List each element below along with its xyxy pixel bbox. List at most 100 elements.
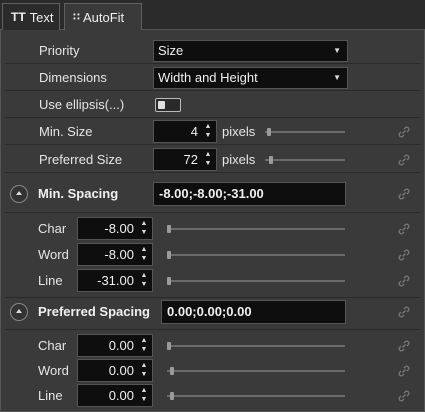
- preferred-spacing-word-row: Word 0.00 ▲ ▼: [5, 358, 420, 384]
- min-spacing-group: Char -8.00 ▲ ▼ Word -8.00 ▲ ▼ Line -31.0…: [5, 212, 420, 296]
- link-icon[interactable]: [397, 153, 411, 167]
- spin-down-icon[interactable]: ▼: [139, 346, 149, 354]
- dimensions-label: Dimensions: [39, 70, 107, 85]
- text-type-icon: TT: [11, 10, 26, 24]
- link-icon[interactable]: [397, 222, 411, 236]
- min-size-slider[interactable]: [265, 128, 345, 136]
- spin-up-icon[interactable]: ▲: [139, 362, 149, 370]
- char-label: Char: [38, 338, 67, 353]
- min-size-spinner[interactable]: ▲ ▼: [203, 123, 213, 140]
- preferred-spacing-line-slider[interactable]: [167, 392, 345, 400]
- min-size-row: Min. Size 4 ▲ ▼ pixels: [5, 119, 420, 145]
- preferred-spacing-line-value: 0.00: [108, 388, 134, 403]
- ellipsis-toggle[interactable]: [155, 98, 181, 112]
- slider-thumb[interactable]: [167, 225, 171, 233]
- slider-thumb[interactable]: [266, 128, 271, 136]
- preferred-size-unit: pixels: [222, 152, 256, 167]
- collapse-toggle-icon[interactable]: [10, 303, 28, 321]
- tab-text[interactable]: TT Text: [2, 3, 60, 30]
- slider-thumb[interactable]: [268, 156, 273, 164]
- preferred-spacing-word-slider[interactable]: [167, 367, 345, 375]
- tab-bar: TT Text ∷ AutoFit: [0, 0, 425, 31]
- min-spacing-word-input[interactable]: -8.00 ▲ ▼: [77, 243, 153, 266]
- line-label: Line: [38, 273, 63, 288]
- link-icon[interactable]: [397, 339, 411, 353]
- char-spinner[interactable]: ▲ ▼: [139, 337, 149, 354]
- preferred-size-value: 72: [183, 152, 198, 167]
- char-spinner[interactable]: ▲ ▼: [139, 220, 149, 237]
- min-spacing-line-value: -31.00: [97, 273, 134, 288]
- priority-dropdown[interactable]: Size ▼: [153, 40, 348, 62]
- preferred-spacing-line-input[interactable]: 0.00 ▲ ▼: [77, 384, 153, 407]
- slider-thumb[interactable]: [167, 251, 171, 259]
- preferred-spacing-value: 0.00;0.00;0.00: [167, 304, 252, 319]
- preferred-spacing-line-row: Line 0.00 ▲ ▼: [5, 383, 420, 409]
- slider-thumb[interactable]: [167, 342, 171, 350]
- spin-up-icon[interactable]: ▲: [139, 337, 149, 345]
- min-spacing-line-row: Line -31.00 ▲ ▼: [5, 268, 420, 294]
- line-spinner[interactable]: ▲ ▼: [139, 272, 149, 289]
- dimensions-row: Dimensions Width and Height ▼: [5, 65, 420, 91]
- priority-row: Priority Size ▼: [5, 38, 420, 64]
- min-size-value: 4: [190, 124, 198, 139]
- min-spacing-char-row: Char -8.00 ▲ ▼: [5, 216, 420, 242]
- dropdown-arrow-icon: ▼: [333, 73, 341, 82]
- dimensions-dropdown[interactable]: Width and Height ▼: [153, 67, 348, 89]
- ellipsis-label: Use ellipsis(...): [39, 97, 125, 112]
- min-size-input[interactable]: 4 ▲ ▼: [153, 120, 217, 143]
- link-icon[interactable]: [397, 389, 411, 403]
- spin-up-icon[interactable]: ▲: [203, 151, 213, 159]
- dropdown-arrow-icon: ▼: [333, 46, 341, 55]
- preferred-spacing-input[interactable]: 0.00;0.00;0.00: [161, 300, 346, 324]
- min-spacing-input[interactable]: -8.00;-8.00;-31.00: [153, 182, 346, 206]
- link-icon[interactable]: [397, 248, 411, 262]
- ellipsis-row: Use ellipsis(...): [5, 92, 420, 118]
- spin-down-icon[interactable]: ▼: [139, 371, 149, 379]
- min-spacing-line-input[interactable]: -31.00 ▲ ▼: [77, 269, 153, 292]
- link-icon[interactable]: [397, 305, 411, 319]
- line-spinner[interactable]: ▲ ▼: [139, 387, 149, 404]
- spin-up-icon[interactable]: ▲: [139, 387, 149, 395]
- preferred-size-slider[interactable]: [265, 156, 345, 164]
- preferred-spacing-char-slider[interactable]: [167, 342, 345, 350]
- tab-autofit[interactable]: ∷ AutoFit: [64, 3, 142, 31]
- min-spacing-char-slider[interactable]: [167, 225, 345, 233]
- spin-up-icon[interactable]: ▲: [139, 220, 149, 228]
- min-spacing-char-value: -8.00: [104, 221, 134, 236]
- tab-autofit-label: AutoFit: [82, 10, 125, 25]
- preferred-size-row: Preferred Size 72 ▲ ▼ pixels: [5, 147, 420, 173]
- spin-down-icon[interactable]: ▼: [139, 396, 149, 404]
- min-spacing-word-slider[interactable]: [167, 251, 345, 259]
- link-icon[interactable]: [397, 364, 411, 378]
- min-spacing-section: Min. Spacing -8.00;-8.00;-31.00: [5, 180, 420, 208]
- priority-value: Size: [158, 43, 184, 58]
- min-size-label: Min. Size: [39, 124, 93, 139]
- tab-text-label: Text: [29, 9, 54, 25]
- autofit-panel: Priority Size ▼ Dimensions Width and Hei…: [0, 30, 425, 412]
- min-spacing-line-slider[interactable]: [167, 277, 345, 285]
- spin-down-icon[interactable]: ▼: [203, 160, 213, 168]
- preferred-spacing-char-input[interactable]: 0.00 ▲ ▼: [77, 334, 153, 357]
- word-spinner[interactable]: ▲ ▼: [139, 246, 149, 263]
- preferred-size-input[interactable]: 72 ▲ ▼: [153, 148, 217, 171]
- autofit-icon: ∷: [73, 12, 80, 23]
- preferred-size-spinner[interactable]: ▲ ▼: [203, 151, 213, 168]
- spin-down-icon[interactable]: ▼: [139, 229, 149, 237]
- slider-thumb[interactable]: [167, 277, 171, 285]
- slider-thumb[interactable]: [170, 392, 175, 400]
- slider-thumb[interactable]: [170, 367, 175, 375]
- link-icon[interactable]: [397, 274, 411, 288]
- spin-up-icon[interactable]: ▲: [139, 272, 149, 280]
- spin-down-icon[interactable]: ▼: [139, 255, 149, 263]
- preferred-spacing-word-input[interactable]: 0.00 ▲ ▼: [77, 359, 153, 382]
- dimensions-value: Width and Height: [158, 70, 258, 85]
- spin-up-icon[interactable]: ▲: [203, 123, 213, 131]
- spin-up-icon[interactable]: ▲: [139, 246, 149, 254]
- word-spinner[interactable]: ▲ ▼: [139, 362, 149, 379]
- min-spacing-char-input[interactable]: -8.00 ▲ ▼: [77, 217, 153, 240]
- collapse-toggle-icon[interactable]: [10, 185, 28, 203]
- spin-down-icon[interactable]: ▼: [139, 281, 149, 289]
- spin-down-icon[interactable]: ▼: [203, 132, 213, 140]
- link-icon[interactable]: [397, 125, 411, 139]
- link-icon[interactable]: [397, 187, 411, 201]
